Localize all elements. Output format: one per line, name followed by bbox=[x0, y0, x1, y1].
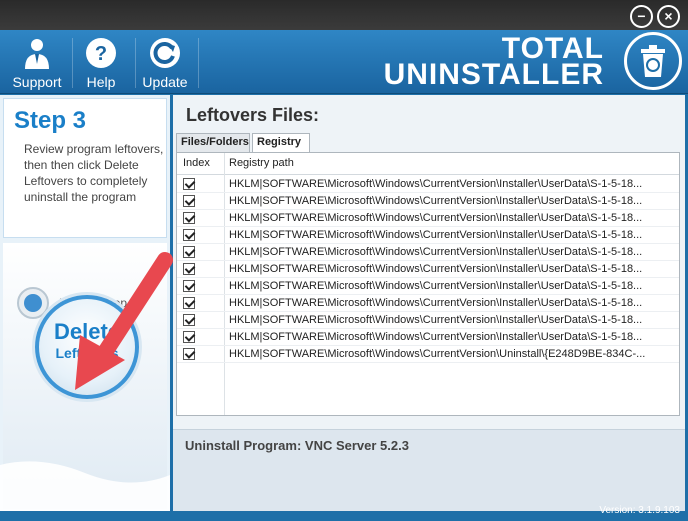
recycle-bin-icon bbox=[624, 32, 682, 90]
leftovers-label: Leftovers bbox=[55, 345, 119, 361]
step-title: Step 3 bbox=[14, 107, 87, 134]
table-row[interactable]: HKLM|SOFTWARE\Microsoft\Windows\CurrentV… bbox=[177, 244, 679, 261]
registry-path: HKLM|SOFTWARE\Microsoft\Windows\CurrentV… bbox=[229, 348, 646, 360]
registry-path: HKLM|SOFTWARE\Microsoft\Windows\CurrentV… bbox=[229, 195, 643, 207]
row-checkbox[interactable] bbox=[183, 314, 195, 326]
registry-table: Index Registry path HKLM|SOFTWARE\Micros… bbox=[176, 152, 680, 416]
tab-files-folders[interactable]: Files/Folders bbox=[176, 133, 250, 152]
table-row[interactable]: HKLM|SOFTWARE\Microsoft\Windows\CurrentV… bbox=[177, 295, 679, 312]
delete-label: Delete bbox=[53, 319, 121, 344]
column-header-path[interactable]: Registry path bbox=[229, 157, 294, 169]
row-checkbox[interactable] bbox=[183, 178, 195, 190]
table-row[interactable]: HKLM|SOFTWARE\Microsoft\Windows\CurrentV… bbox=[177, 346, 679, 363]
delete-leftovers-button[interactable]: Delete Leftovers bbox=[35, 295, 139, 399]
toolbar-divider bbox=[198, 38, 199, 88]
registry-path: HKLM|SOFTWARE\Microsoft\Windows\CurrentV… bbox=[229, 331, 643, 343]
brand-logo: TOTAL UNINSTALLER bbox=[383, 34, 604, 91]
step-description: Review program leftovers, then then clic… bbox=[24, 142, 164, 204]
row-checkbox[interactable] bbox=[183, 229, 195, 241]
registry-path: HKLM|SOFTWARE\Microsoft\Windows\CurrentV… bbox=[229, 263, 643, 275]
update-label: Update bbox=[142, 74, 188, 90]
support-icon bbox=[25, 39, 49, 69]
help-button[interactable]: ? Help bbox=[66, 30, 136, 94]
row-checkbox[interactable] bbox=[183, 280, 195, 292]
version-label: Version: 3.1.9.103 bbox=[599, 505, 680, 516]
row-checkbox[interactable] bbox=[183, 348, 195, 360]
table-row[interactable]: HKLM|SOFTWARE\Microsoft\Windows\CurrentV… bbox=[177, 193, 679, 210]
table-row[interactable]: HKLM|SOFTWARE\Microsoft\Windows\CurrentV… bbox=[177, 312, 679, 329]
table-row[interactable]: HKLM|SOFTWARE\Microsoft\Windows\CurrentV… bbox=[177, 227, 679, 244]
title-bar: − × bbox=[0, 0, 688, 30]
row-checkbox[interactable] bbox=[183, 297, 195, 309]
app-window: − × Support ? Help Update TOTAL UNINSTAL… bbox=[0, 0, 688, 521]
decorative-wave bbox=[0, 461, 170, 515]
table-row[interactable]: HKLM|SOFTWARE\Microsoft\Windows\CurrentV… bbox=[177, 210, 679, 227]
registry-path: HKLM|SOFTWARE\Microsoft\Windows\CurrentV… bbox=[229, 246, 643, 258]
help-icon: ? bbox=[86, 38, 116, 68]
table-row[interactable]: HKLM|SOFTWARE\Microsoft\Windows\CurrentV… bbox=[177, 176, 679, 193]
refresh-icon bbox=[150, 38, 180, 68]
registry-path: HKLM|SOFTWARE\Microsoft\Windows\CurrentV… bbox=[229, 229, 643, 241]
support-label: Support bbox=[12, 74, 62, 90]
row-checkbox[interactable] bbox=[183, 246, 195, 258]
panel-title: Leftovers Files: bbox=[186, 105, 320, 125]
tab-registry[interactable]: Registry bbox=[252, 133, 310, 153]
row-checkbox[interactable] bbox=[183, 212, 195, 224]
close-button[interactable]: × bbox=[657, 5, 680, 28]
registry-path: HKLM|SOFTWARE\Microsoft\Windows\CurrentV… bbox=[229, 178, 643, 190]
svg-text:?: ? bbox=[95, 43, 107, 65]
back-arrow-icon bbox=[17, 287, 49, 319]
brand-line2: UNINSTALLER bbox=[383, 58, 604, 91]
row-checkbox[interactable] bbox=[183, 331, 195, 343]
step-box: Step 3 Review program leftovers, then th… bbox=[3, 98, 167, 238]
table-header: Index Registry path bbox=[177, 153, 679, 175]
status-bar bbox=[0, 511, 688, 521]
registry-path: HKLM|SOFTWARE\Microsoft\Windows\CurrentV… bbox=[229, 314, 643, 326]
row-checkbox[interactable] bbox=[183, 195, 195, 207]
uninstall-program-label: Uninstall Program: VNC Server 5.2.3 bbox=[185, 438, 409, 453]
table-row[interactable]: HKLM|SOFTWARE\Microsoft\Windows\CurrentV… bbox=[177, 261, 679, 278]
update-button[interactable]: Update bbox=[130, 30, 200, 94]
program-info-bar: Uninstall Program: VNC Server 5.2.3 bbox=[173, 429, 685, 511]
table-row[interactable]: HKLM|SOFTWARE\Microsoft\Windows\CurrentV… bbox=[177, 329, 679, 346]
table-row[interactable]: HKLM|SOFTWARE\Microsoft\Windows\CurrentV… bbox=[177, 278, 679, 295]
right-panel: Leftovers Files: Files/Folders Registry … bbox=[173, 95, 685, 511]
registry-path: HKLM|SOFTWARE\Microsoft\Windows\CurrentV… bbox=[229, 297, 643, 309]
row-checkbox[interactable] bbox=[183, 263, 195, 275]
registry-path: HKLM|SOFTWARE\Microsoft\Windows\CurrentV… bbox=[229, 212, 643, 224]
support-button[interactable]: Support bbox=[2, 30, 72, 94]
help-label: Help bbox=[86, 74, 116, 90]
registry-path: HKLM|SOFTWARE\Microsoft\Windows\CurrentV… bbox=[229, 280, 643, 292]
minimize-button[interactable]: − bbox=[630, 5, 653, 28]
column-header-index[interactable]: Index bbox=[183, 157, 210, 169]
